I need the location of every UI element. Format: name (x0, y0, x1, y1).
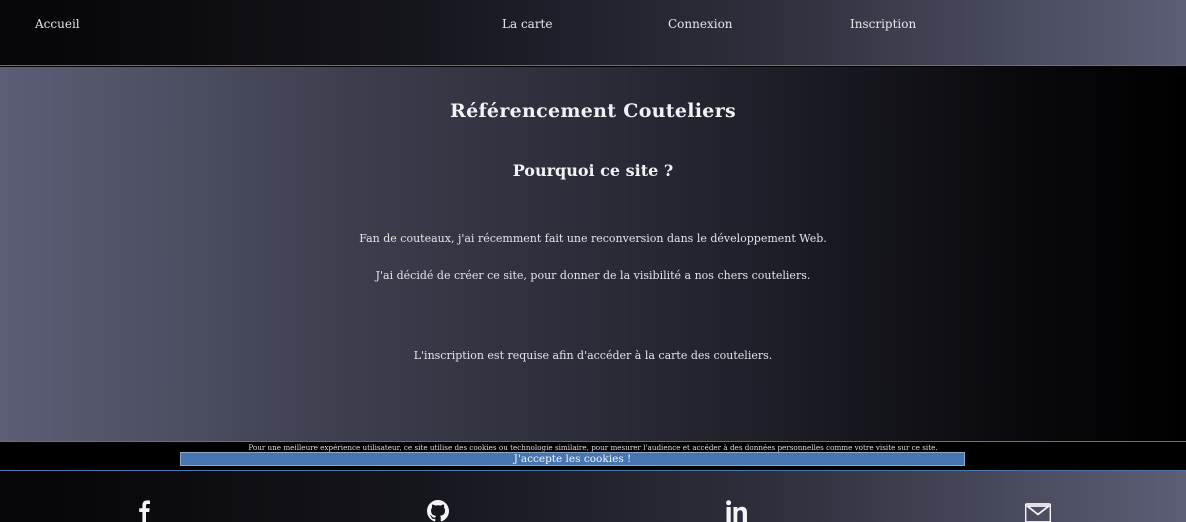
main-content: Référencement Couteliers Pourquoi ce sit… (0, 67, 1186, 441)
github-icon[interactable] (425, 500, 451, 522)
linkedin-icon[interactable] (724, 500, 750, 522)
nav-link-map[interactable]: La carte (502, 17, 552, 31)
footer (0, 471, 1186, 522)
intro-paragraph-1: Fan de couteaux, j'ai récemment fait une… (359, 232, 827, 245)
nav-link-signup[interactable]: Inscription (850, 17, 916, 31)
cookie-banner: Pour une meilleure expérience utilisateu… (0, 441, 1186, 471)
page-subtitle: Pourquoi ce site ? (512, 161, 674, 180)
mail-icon[interactable] (1025, 500, 1051, 522)
facebook-icon[interactable] (131, 500, 157, 522)
nav-link-home[interactable]: Accueil (35, 17, 80, 31)
cookie-notice-text: Pour une meilleure expérience utilisateu… (248, 443, 938, 452)
top-navbar: Accueil La carte Connexion Inscription (0, 0, 1186, 66)
signup-required-notice: L'inscription est requise afin d'accéder… (413, 349, 773, 362)
accept-cookies-button[interactable]: J'accepte les cookies ! (180, 452, 965, 466)
page-title: Référencement Couteliers (449, 100, 736, 122)
intro-paragraph-2: J'ai décidé de créer ce site, pour donne… (375, 269, 811, 282)
nav-link-login[interactable]: Connexion (668, 17, 733, 31)
